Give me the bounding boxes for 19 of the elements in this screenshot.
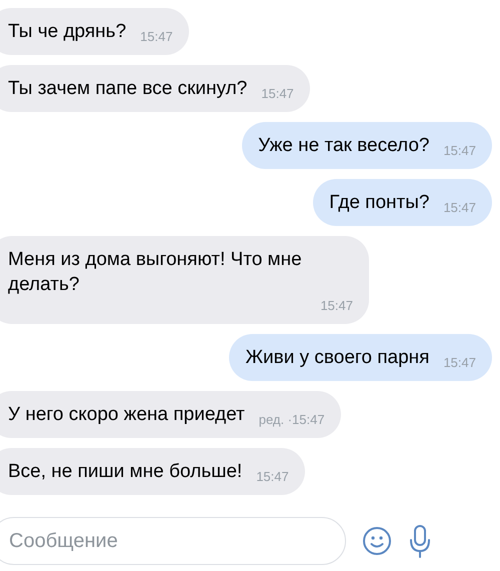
message-time: 15:47 [442, 200, 476, 216]
message-text: У него скоро жена приедет [8, 403, 245, 427]
message-input[interactable]: Сообщение [0, 517, 346, 565]
message-text: Ты зачем папе все скинул? [8, 77, 248, 101]
message-text: Живи у своего парня [245, 346, 430, 370]
message-text: Ты че дрянь? [8, 20, 126, 44]
message-time: 15:47 [319, 298, 353, 314]
message-time: 15:47 [139, 29, 173, 45]
message-text: Уже не так весело? [258, 134, 430, 158]
message-time: 15:47 [260, 86, 294, 102]
message-time: ред. ·15:47 [258, 412, 325, 428]
smiley-icon[interactable] [362, 526, 392, 556]
message-time: 15:47 [442, 143, 476, 159]
message-text: Все, не пиши мне больше! [8, 460, 242, 484]
microphone-icon[interactable] [408, 524, 432, 558]
message-time: 15:47 [442, 355, 476, 371]
message-text: Меня из дома выгоняют! Что мне делать? [8, 248, 303, 297]
message-text: Где понты? [329, 191, 430, 215]
message-time: 15:47 [255, 469, 289, 485]
